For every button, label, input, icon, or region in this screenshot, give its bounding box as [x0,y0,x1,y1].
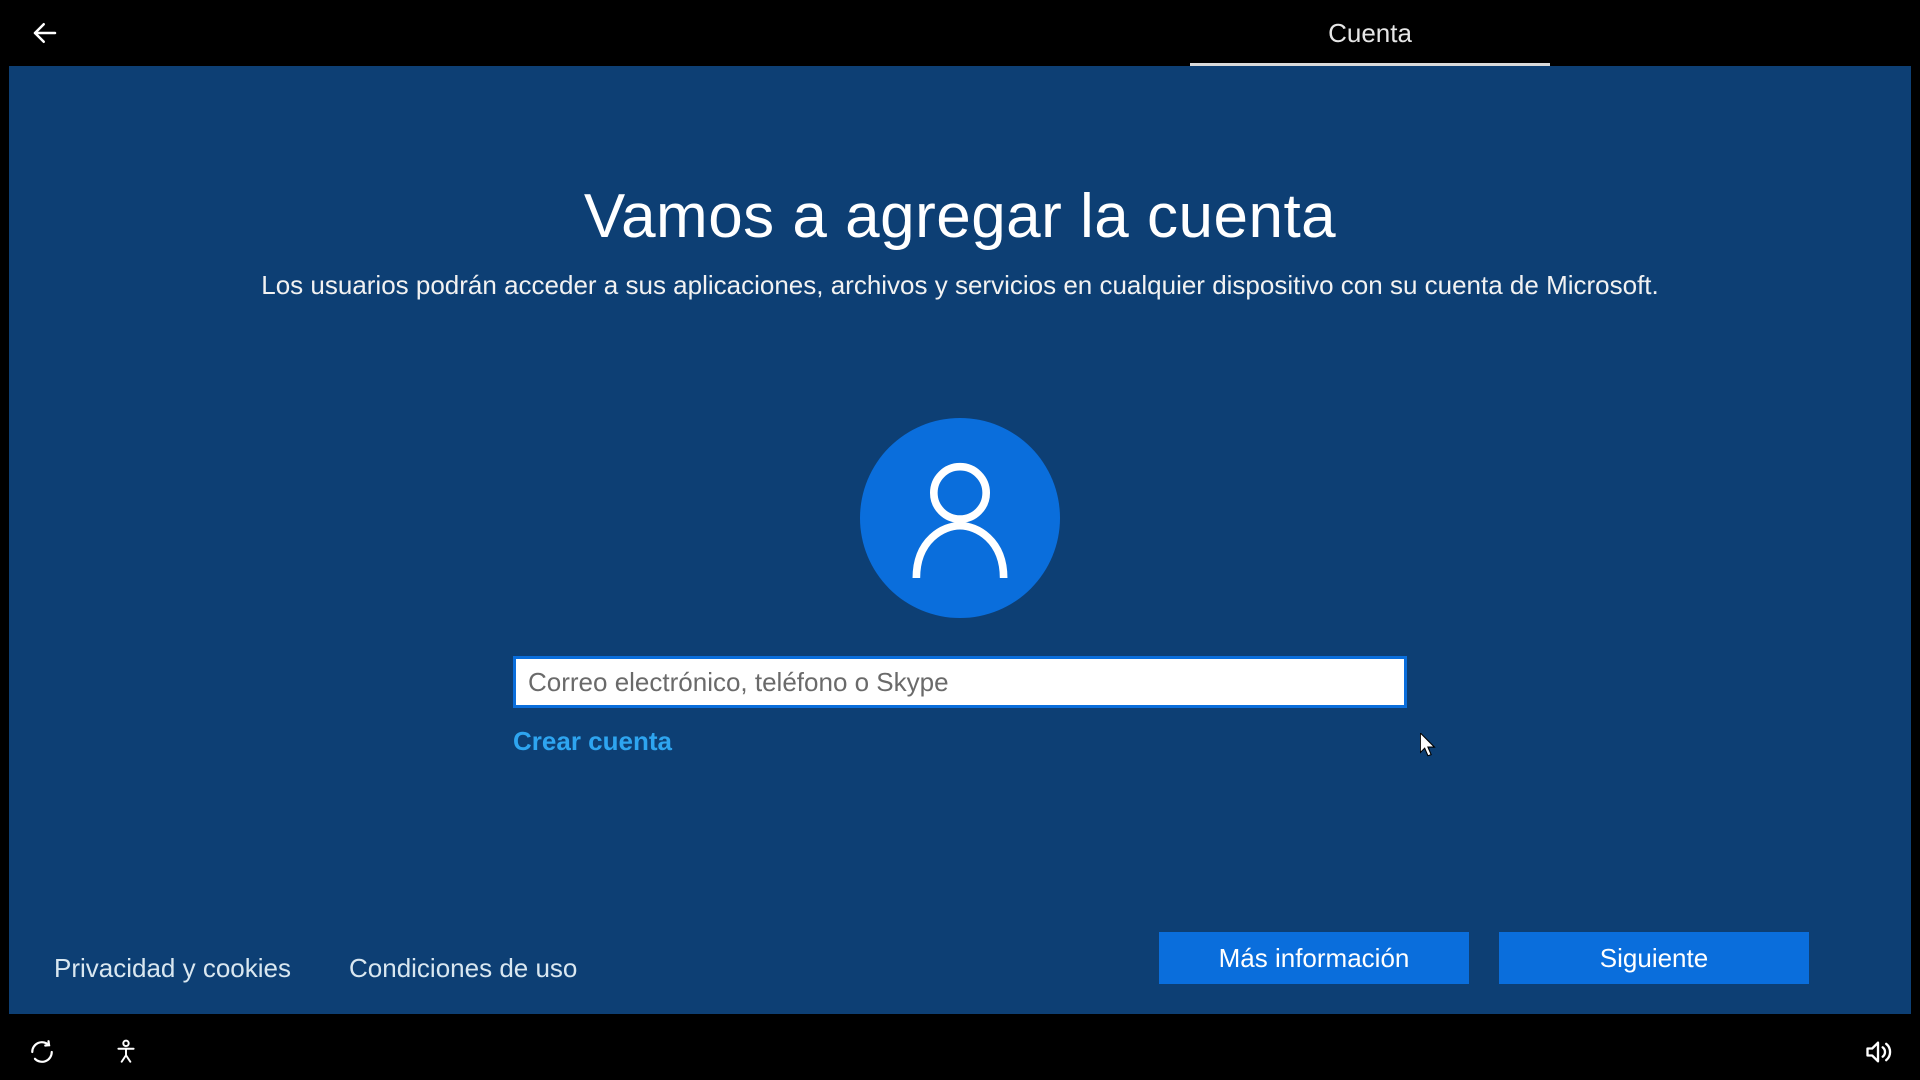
topbar: Cuenta [0,0,1920,66]
button-row: Más información Siguiente [1159,932,1809,984]
volume-button[interactable] [1856,1030,1900,1074]
sync-button[interactable] [20,1030,64,1074]
page-subtitle: Los usuarios podrán acceder a sus aplica… [9,252,1911,301]
back-arrow-icon [30,18,60,48]
create-account-link[interactable]: Crear cuenta [513,726,672,757]
tab-account[interactable]: Cuenta [1190,0,1550,66]
user-icon [860,418,1060,618]
sync-icon [29,1039,55,1065]
terms-link[interactable]: Condiciones de uso [349,953,577,984]
bottombar [0,1024,1920,1080]
avatar [860,418,1060,618]
ease-of-access-button[interactable] [104,1030,148,1074]
ease-of-access-icon [113,1039,139,1065]
privacy-link[interactable]: Privacidad y cookies [54,953,291,984]
volume-icon [1864,1038,1892,1066]
back-button[interactable] [25,13,65,53]
page-title: Vamos a agregar la cuenta [9,66,1911,252]
more-info-button[interactable]: Más información [1159,932,1469,984]
footer-links: Privacidad y cookies Condiciones de uso [54,953,577,984]
email-input[interactable] [513,656,1407,708]
main-panel: Vamos a agregar la cuenta Los usuarios p… [9,66,1911,1014]
next-button[interactable]: Siguiente [1499,932,1809,984]
